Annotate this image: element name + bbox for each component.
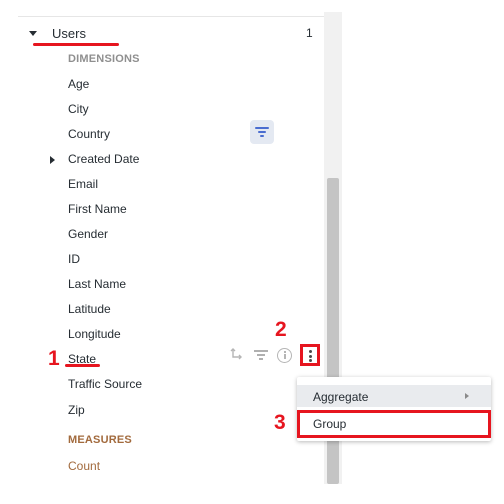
field-age[interactable]: Age [0,73,324,97]
selected-field-count: 1 [306,26,313,40]
field-label: First Name [68,202,127,216]
annotation-step-2: 2 [275,318,287,341]
field-label: City [68,102,89,116]
view-label[interactable]: Users [52,26,86,41]
field-context-menu: Aggregate Group [297,377,491,441]
field-created-date[interactable]: Created Date [0,148,324,172]
menu-item-aggregate[interactable]: Aggregate [297,385,491,407]
field-picker-panel: Users 1 DIMENSIONS Age City Country Crea… [0,0,342,504]
field-label: Country [68,127,111,141]
filter-icon[interactable] [254,347,268,361]
menu-item-group[interactable]: Group [297,410,491,438]
top-divider [18,16,324,17]
field-country[interactable]: Country [0,123,324,147]
submenu-chevron-icon [465,393,469,399]
field-label: Latitude [68,302,111,316]
field-label: Count [68,459,101,473]
field-label: Traffic Source [68,377,143,391]
filter-icon[interactable] [250,120,274,144]
menu-item-label: Group [313,417,347,431]
field-label: Created Date [68,152,140,166]
menu-item-label: Aggregate [313,390,369,404]
caret-right-icon[interactable] [50,156,55,164]
annotation-underline-users [33,43,119,46]
field-city[interactable]: City [0,98,324,122]
view-header-users[interactable] [0,22,324,44]
field-label: Email [68,177,99,191]
field-label: Longitude [68,327,121,341]
field-label: Zip [68,403,85,417]
dimensions-section-label: DIMENSIONS [68,53,140,65]
measures-section-label: MEASURES [68,434,132,446]
more-vertical-icon[interactable] [300,344,320,366]
pivot-icon[interactable] [230,347,244,361]
field-first-name[interactable]: First Name [0,198,324,222]
annotation-step-1: 1 [48,347,60,370]
field-id[interactable]: ID [0,248,324,272]
field-label: ID [68,252,80,266]
field-email[interactable]: Email [0,173,324,197]
annotation-step-3: 3 [274,411,286,434]
field-label: Gender [68,227,109,241]
field-last-name[interactable]: Last Name [0,273,324,297]
info-icon[interactable] [277,348,292,363]
field-gender[interactable]: Gender [0,223,324,247]
annotation-underline-state [65,364,100,367]
caret-down-icon[interactable] [29,31,37,36]
field-traffic-source[interactable]: Traffic Source [0,373,324,397]
field-label: Last Name [68,277,127,291]
field-count[interactable]: Count [0,455,324,479]
field-label: Age [68,77,90,91]
